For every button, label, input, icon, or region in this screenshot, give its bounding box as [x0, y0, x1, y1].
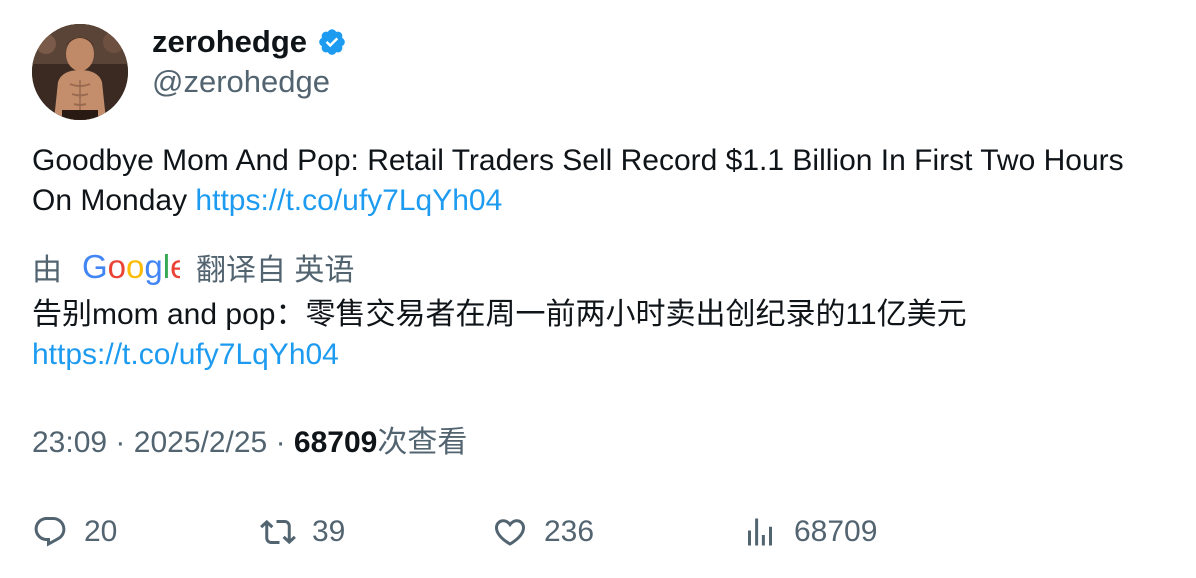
tweet-meta: 23:09 · 2025/2/25 · 68709次查看 [32, 423, 467, 463]
views-label: 次查看 [377, 426, 468, 459]
retweet-icon [260, 519, 296, 545]
author-handle[interactable]: @zerohedge [152, 62, 330, 102]
translated-link[interactable]: https://t.co/ufy7LqYh04 [32, 335, 1152, 375]
tweet-card: zerohedge @zerohedge Goodbye Mom And Pop… [0, 0, 1196, 578]
action-bar: 20 39 236 68709 [32, 510, 1162, 554]
meta-separator: · [275, 426, 286, 459]
tweet-link[interactable]: https://t.co/ufy7LqYh04 [195, 184, 502, 217]
like-count: 236 [544, 515, 595, 548]
reply-button[interactable]: 20 [32, 510, 117, 554]
svg-text:Google: Google [82, 248, 180, 285]
views-icon [748, 518, 772, 546]
tweet-time[interactable]: 23:09 [32, 426, 107, 459]
views-action-count: 68709 [794, 515, 878, 548]
avatar-image [32, 24, 128, 120]
views-count: 68709 [293, 426, 378, 459]
like-button[interactable]: 236 [492, 510, 594, 554]
views-button[interactable]: 68709 [742, 510, 877, 554]
translated-text: 告别mom and pop：零售交易者在周一前两小时卖出创纪录的11亿美元 ht… [32, 295, 1152, 375]
translated-text-body: 告别mom and pop：零售交易者在周一前两小时卖出创纪录的11亿美元 [32, 298, 967, 331]
retweet-count: 39 [312, 515, 346, 548]
like-icon [494, 519, 526, 546]
translation-suffix: 翻译自 英语 [196, 254, 355, 287]
display-name[interactable]: zerohedge [152, 22, 307, 62]
translation-prefix: 由 [32, 254, 62, 287]
tweet-text: Goodbye Mom And Pop: Retail Traders Sell… [32, 141, 1152, 221]
author-name-row[interactable]: zerohedge [152, 22, 347, 62]
translation-attribution: 由 Google 翻译自 英语 [32, 246, 354, 288]
avatar[interactable] [32, 24, 128, 120]
reply-icon [34, 517, 66, 547]
meta-separator: · [115, 426, 126, 459]
retweet-button[interactable]: 39 [260, 510, 345, 554]
google-logo: Google [82, 246, 188, 288]
verified-badge-icon [317, 27, 347, 57]
reply-count: 20 [84, 515, 118, 548]
tweet-date[interactable]: 2025/2/25 [134, 426, 267, 459]
